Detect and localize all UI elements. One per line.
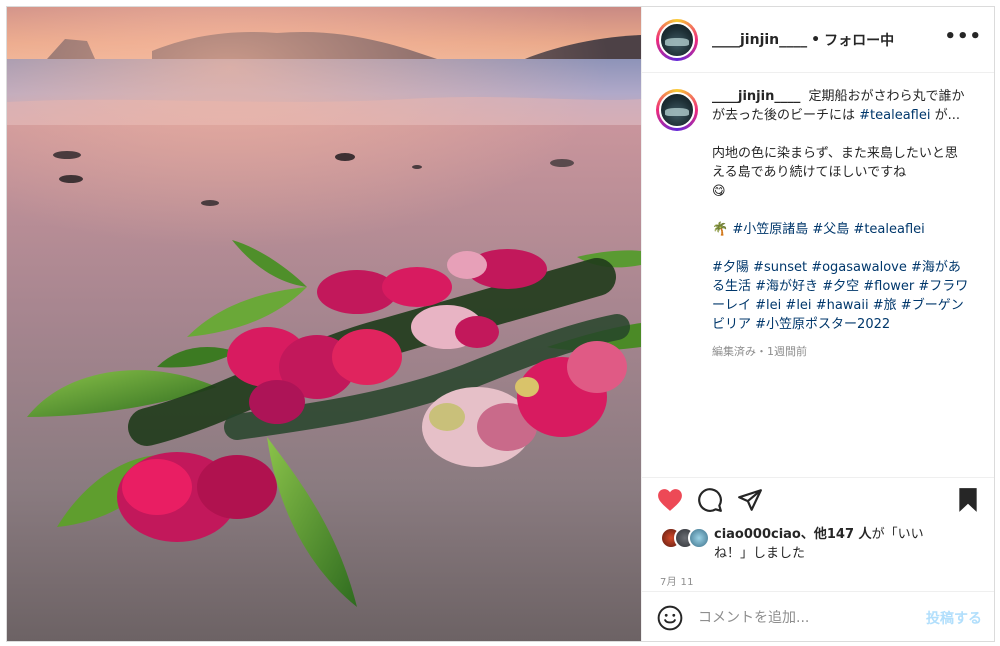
hashtag-link[interactable]: #小笠原ポスター2022 [755,317,890,332]
likes-summary: ciao000ciao、他147 人が「いいね！」しました [660,525,982,563]
more-icon[interactable]: ••• [944,27,982,48]
comment-input[interactable] [698,609,898,626]
hashtag-link[interactable]: #父島 [812,222,849,237]
palm-tree-icon: 🌴 [712,222,729,237]
likes-text: ciao000ciao、他147 人が「いいね！」しました [714,525,946,563]
caption-username[interactable]: ____jinjin____ [712,89,800,104]
action-bar [642,477,994,521]
caption-hashtags-row2: #夕陽 #sunset #ogasawalove #海がある生活 #海が好き #… [712,258,970,334]
liker-username[interactable]: ciao000ciao [714,527,801,542]
post-date[interactable]: 7月 11 [660,573,694,588]
avatar-image [659,21,695,58]
post-photo[interactable] [7,7,641,641]
hashtag-link[interactable]: #tealeaflei [859,108,930,123]
avatar-image [659,92,695,128]
hashtag-link[interactable]: #夕陽 [712,260,749,275]
comment-form: 投稿する [642,591,994,641]
caption-paragraph: 内地の色に染まらず、また来島したいと思える島であり続けてほしいですね 😋 [712,144,970,201]
caption: ____jinjin____ 定期船おがさわら丸で誰かが去った後のビーチには #… [656,87,982,361]
following-button[interactable]: フォロー中 [824,30,894,50]
author-username[interactable]: ____jinjin____ [712,32,807,48]
caption-paragraph-text: 内地の色に染まらず、また来島したいと思える島であり続けてほしいですね [712,146,958,180]
hashtag-link[interactable]: #lei [755,298,781,313]
author-avatar[interactable] [656,18,698,61]
likes-connector: 、他 [800,527,827,542]
bookmark-icon[interactable] [954,486,982,514]
hashtag-link[interactable]: #tealeaflei [853,222,924,237]
post-side-panel: ____jinjin____ • フォロー中 ••• ____jinjin___… [641,7,994,641]
post-header: ____jinjin____ • フォロー中 ••• [642,7,994,73]
hashtag-link[interactable]: #flower [863,279,914,294]
caption-text: ____jinjin____ 定期船おがさわら丸で誰かが去った後のビーチには #… [712,87,970,361]
caption-hashtags-row1: 🌴 #小笠原諸島 #父島 #tealeaflei [712,220,970,239]
comment-icon[interactable] [696,486,724,514]
share-icon[interactable] [736,486,764,514]
heart-icon[interactable] [656,486,684,514]
edited-timestamp: 編集済み・1週間前 [712,345,807,358]
emoji-icon[interactable] [656,604,684,632]
avatar [688,527,710,549]
post-card: ____jinjin____ • フォロー中 ••• ____jinjin___… [6,6,995,642]
post-comment-button[interactable]: 投稿する [926,608,982,628]
hashtag-link[interactable]: #sunset [753,260,807,275]
hashtag-link[interactable]: #旅 [873,298,897,313]
caption-line-end: が... [930,108,961,123]
hashtag-link[interactable]: #ogasawalove [811,260,907,275]
beach-lei-image [7,7,641,641]
liker-avatars[interactable] [660,527,712,551]
hashtag-link[interactable]: #夕空 [822,279,859,294]
separator-dot: • [811,31,821,48]
likes-count[interactable]: 147 人 [827,527,872,542]
emoji-yum-icon: 😋 [712,184,726,199]
comments-section: ____jinjin____ 定期船おがさわら丸で誰かが去った後のビーチには #… [642,73,994,467]
hashtag-link[interactable]: #小笠原諸島 [732,222,808,237]
caption-author-avatar[interactable] [656,89,698,131]
hashtag-link[interactable]: #hawaii [816,298,869,313]
hashtag-link[interactable]: #海が好き [755,279,818,294]
hashtag-link[interactable]: #lei [785,298,811,313]
